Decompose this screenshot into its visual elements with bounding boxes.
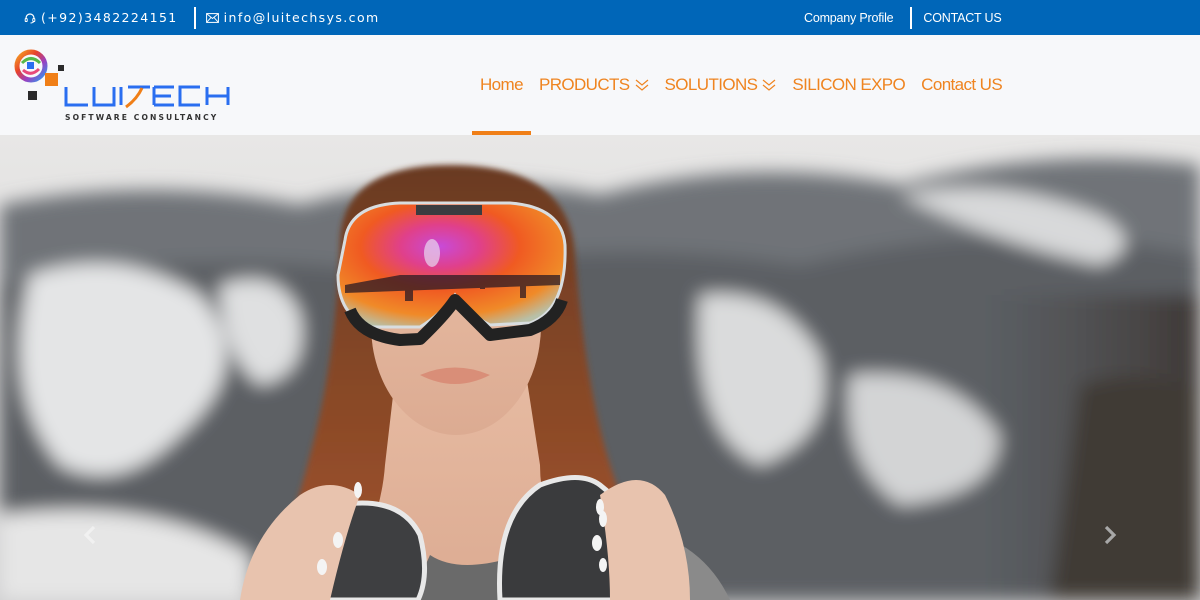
main-header: SOFTWARE CONSULTANCY Home PRODUCTS SOLUT… [0, 35, 1200, 135]
carousel-prev-button[interactable] [70, 517, 110, 557]
luitech-logo-icon: SOFTWARE CONSULTANCY [14, 49, 230, 122]
double-chevron-down-icon [635, 79, 649, 91]
nav-label: PRODUCTS [538, 75, 630, 94]
envelope-icon [205, 12, 219, 23]
nav-silicon-expo[interactable]: SILICON EXPO [784, 35, 913, 135]
logo[interactable]: SOFTWARE CONSULTANCY [14, 49, 259, 124]
phone-link[interactable]: (+92)3482224151 [24, 10, 178, 25]
nav-label: Home [480, 75, 524, 94]
carousel-next-button[interactable] [1090, 517, 1130, 557]
nav-contact-us[interactable]: Contact US [913, 35, 1010, 135]
top-links: Company Profile CONTACT US [804, 0, 1002, 35]
nav-label: SILICON EXPO [792, 75, 906, 94]
phone-number: (+92)3482224151 [41, 10, 178, 25]
nav-solutions[interactable]: SOLUTIONS [657, 35, 785, 135]
headset-icon [24, 12, 36, 24]
nav-label: Contact US [921, 75, 1003, 94]
svg-text:SOFTWARE CONSULTANCY: SOFTWARE CONSULTANCY [65, 113, 218, 122]
chevron-left-icon [83, 525, 97, 550]
email-link[interactable]: info@luitechsys.com [205, 10, 380, 25]
main-nav: Home PRODUCTS SOLUTIONS SILICON EXPO Con… [472, 35, 1010, 135]
contact-us-top-link[interactable]: CONTACT US [923, 11, 1001, 25]
email-address: info@luitechsys.com [223, 10, 380, 25]
contact-info: (+92)3482224151 info@luitechsys.com [24, 0, 380, 35]
double-chevron-down-icon [762, 79, 776, 91]
nav-label: SOLUTIONS [664, 75, 758, 94]
chevron-right-icon [1103, 525, 1117, 550]
nav-products[interactable]: PRODUCTS [531, 35, 657, 135]
divider [910, 6, 913, 29]
nav-home[interactable]: Home [472, 35, 531, 135]
company-profile-link[interactable]: Company Profile [804, 11, 894, 25]
top-bar: (+92)3482224151 info@luitechsys.com Comp… [0, 0, 1200, 35]
hero-carousel [0, 135, 1200, 600]
hero-image [0, 135, 1200, 600]
divider [193, 6, 196, 29]
